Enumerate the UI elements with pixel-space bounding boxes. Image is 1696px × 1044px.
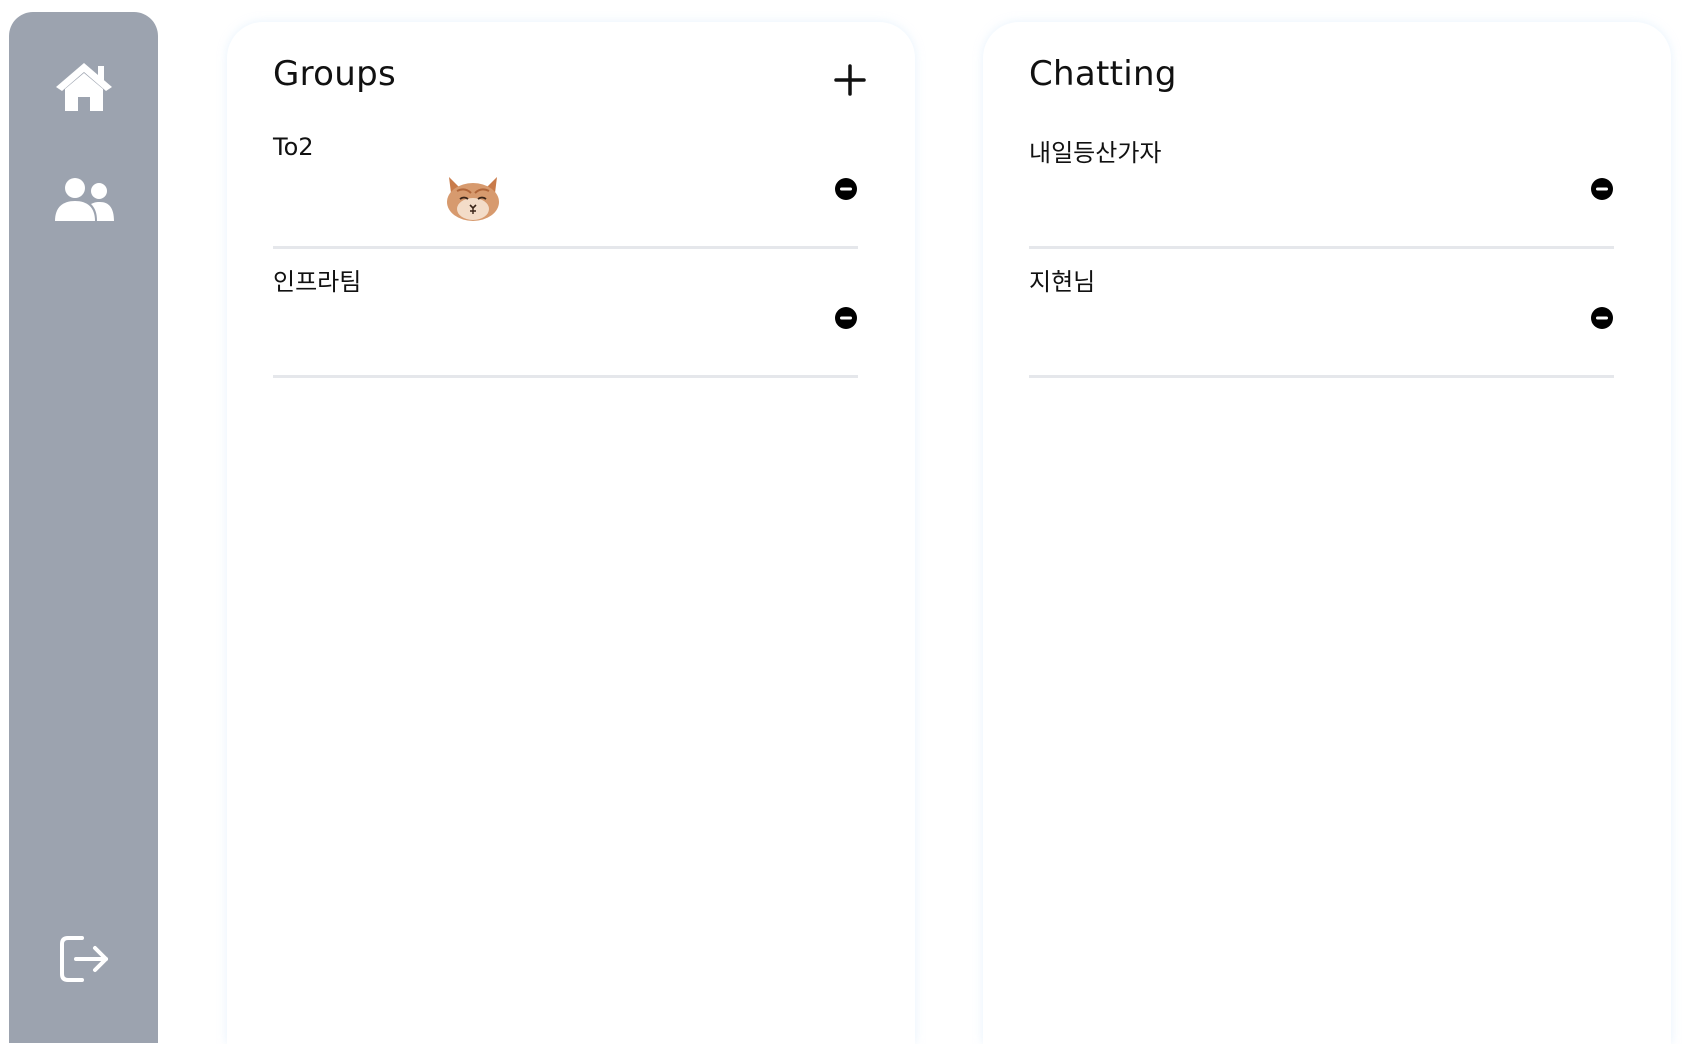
logout-icon[interactable] [58, 934, 110, 984]
remove-icon[interactable] [1590, 177, 1614, 201]
groups-panel: Groups To2 인프라팀 [227, 22, 915, 1044]
group-item[interactable]: To2 [273, 133, 858, 249]
group-item-name: 인프라팀 [273, 268, 362, 296]
chatting-panel: Chatting 내일등산가자 지현님 [983, 22, 1671, 1044]
sidebar [9, 12, 158, 1043]
chat-item-name: 내일등산가자 [1029, 139, 1162, 167]
group-item-name: To2 [273, 133, 314, 161]
remove-icon[interactable] [834, 306, 858, 330]
remove-icon[interactable] [1590, 306, 1614, 330]
plus-icon[interactable] [833, 63, 867, 97]
group-item[interactable]: 인프라팀 [273, 262, 858, 378]
home-icon[interactable] [53, 60, 115, 112]
cat-sticker-icon [443, 171, 503, 223]
chat-item[interactable]: 지현님 [1029, 262, 1614, 378]
chat-item[interactable]: 내일등산가자 [1029, 133, 1614, 249]
chat-item-name: 지현님 [1029, 268, 1096, 296]
chatting-title: Chatting [1029, 54, 1177, 94]
users-icon[interactable] [53, 177, 115, 223]
remove-icon[interactable] [834, 177, 858, 201]
groups-title: Groups [273, 54, 397, 94]
